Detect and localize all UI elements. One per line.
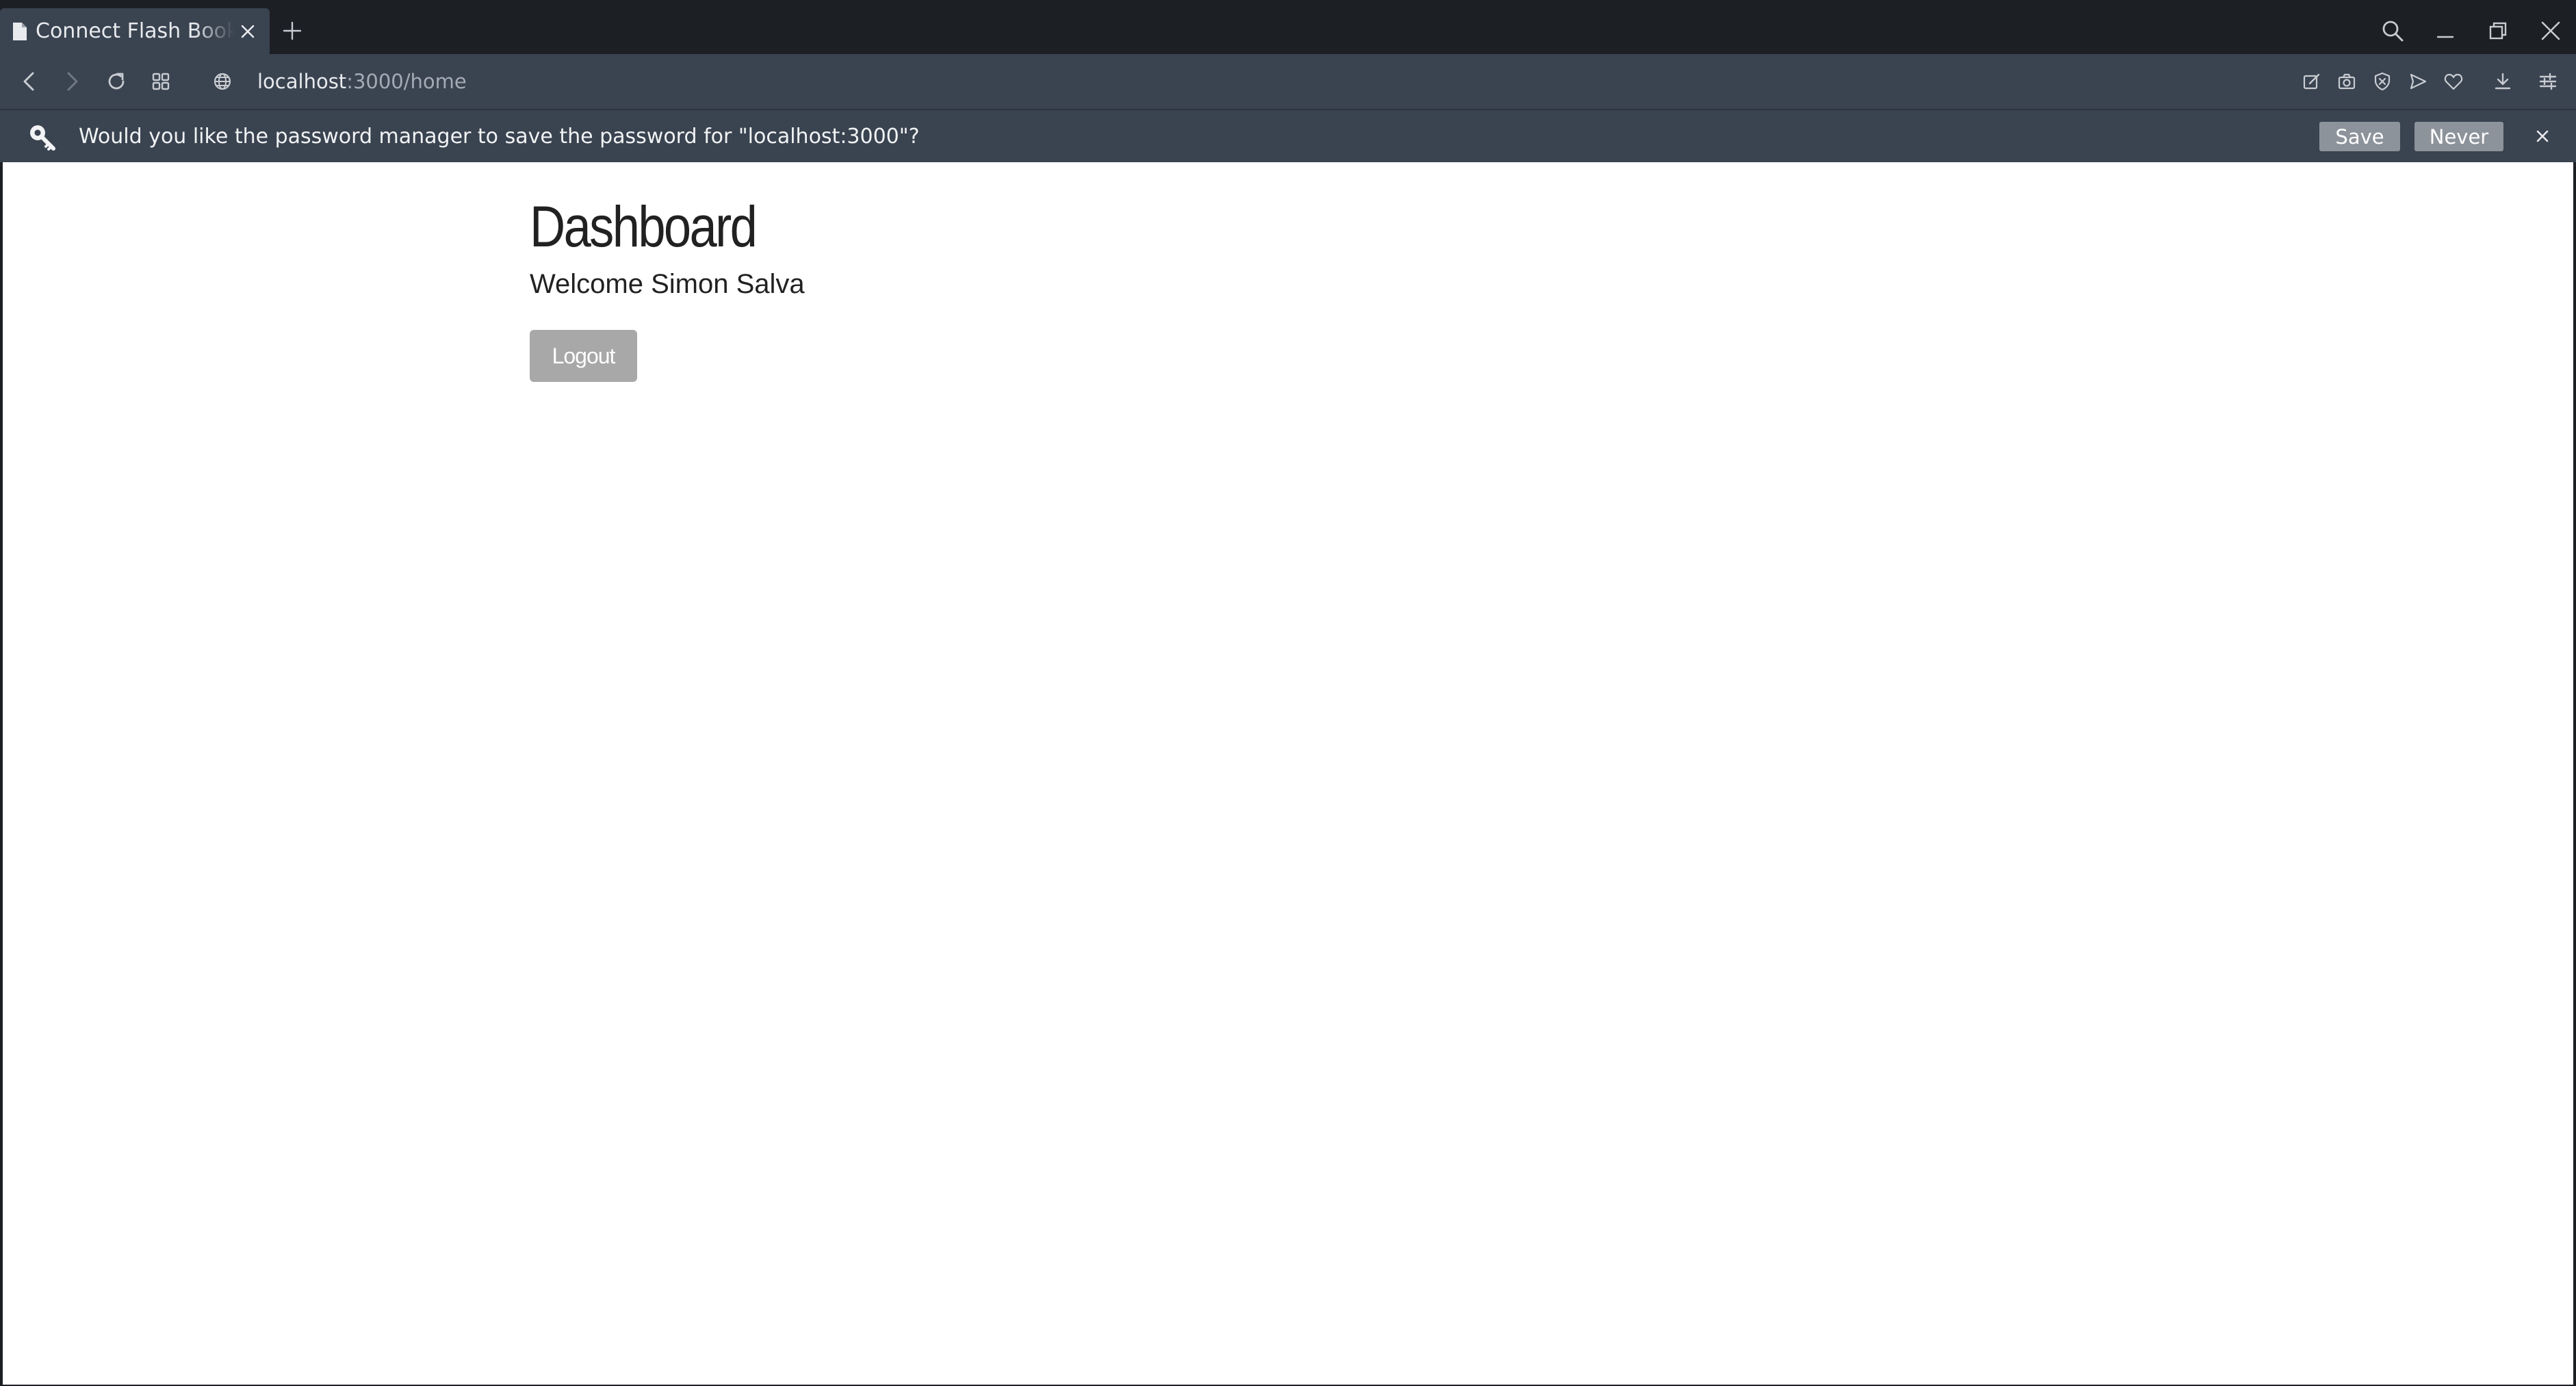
speed-dial-grid-icon[interactable] <box>144 64 178 99</box>
document-icon <box>10 21 30 42</box>
key-search-icon <box>25 120 59 154</box>
restore-icon[interactable] <box>2480 12 2516 49</box>
ad-blocker-shield-icon[interactable] <box>2365 64 2399 99</box>
address-bar[interactable]: localhost:3000/home <box>257 54 467 109</box>
easy-setup-menu-icon[interactable] <box>2531 64 2565 99</box>
forward-arrow-icon[interactable] <box>55 64 89 99</box>
edit-page-icon[interactable] <box>2295 64 2329 99</box>
password-save-message: Would you like the password manager to s… <box>79 124 920 149</box>
camera-icon[interactable] <box>2330 64 2364 99</box>
send-flow-icon[interactable] <box>2401 64 2435 99</box>
browser-tab[interactable]: Connect Flash Book <box>0 8 270 54</box>
new-tab-plus-icon[interactable] <box>276 15 308 47</box>
reload-icon[interactable] <box>99 64 133 99</box>
download-icon[interactable] <box>2486 64 2520 99</box>
never-save-button[interactable]: Never <box>2414 122 2503 151</box>
page-title: Dashboard <box>530 194 758 259</box>
logout-button[interactable]: Logout <box>530 330 637 382</box>
globe-site-info-icon[interactable] <box>205 64 240 99</box>
browser-tab-bar: Connect Flash Book <box>0 0 2576 54</box>
close-window-icon[interactable] <box>2532 12 2569 49</box>
url-path: :3000/home <box>346 70 467 93</box>
url-host: localhost <box>257 70 347 93</box>
browser-toolbar: localhost:3000/home <box>0 54 2576 109</box>
search-tabs-icon[interactable] <box>2374 12 2411 49</box>
back-arrow-icon[interactable] <box>12 64 47 99</box>
heart-bookmark-icon[interactable] <box>2436 64 2471 99</box>
tab-close-icon[interactable] <box>234 18 261 45</box>
save-password-button[interactable]: Save <box>2319 122 2400 151</box>
password-save-infobar: Would you like the password manager to s… <box>0 109 2576 162</box>
tab-title: Connect Flash Book <box>36 19 234 43</box>
minimize-icon[interactable] <box>2427 12 2464 49</box>
page-viewport: Dashboard Welcome Simon Salva Logout <box>3 162 2573 1385</box>
welcome-message: Welcome Simon Salva <box>530 269 805 299</box>
close-infobar-icon[interactable] <box>2527 121 2558 151</box>
